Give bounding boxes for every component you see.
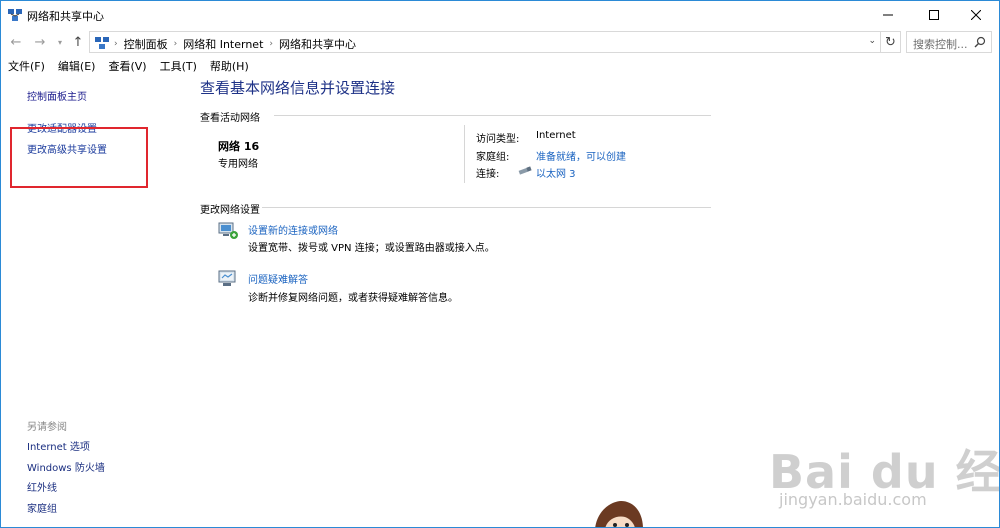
chevron-down-icon[interactable]: ⌄ xyxy=(868,36,876,46)
search-icon xyxy=(974,36,986,48)
refresh-button[interactable]: ↻ xyxy=(881,31,901,53)
breadcrumb-network-internet[interactable]: 网络和 Internet xyxy=(183,36,263,52)
menu-help[interactable]: 帮助(H) xyxy=(203,56,255,74)
see-also-homegroup[interactable]: 家庭组 xyxy=(27,500,57,515)
see-also-internet-options[interactable]: Internet 选项 xyxy=(27,438,90,453)
troubleshoot-link[interactable]: 问题疑难解答 xyxy=(248,271,308,286)
address-row: ← → ▾ ↑ › 控制面板 › 网络和 Internet › 网络和共享中心 … xyxy=(1,31,999,53)
sidebar-control-panel-home[interactable]: 控制面板主页 xyxy=(27,88,87,103)
watermark-url: jingyan.baidu.com xyxy=(779,490,927,509)
network-name: 网络 16 xyxy=(218,140,260,153)
breadcrumb-network-center[interactable]: 网络和共享中心 xyxy=(279,36,356,52)
sidebar: 控制面板主页 更改适配器设置 更改高级共享设置 另请参阅 Internet 选项… xyxy=(1,75,186,527)
see-also-infrared[interactable]: 红外线 xyxy=(27,479,57,494)
active-networks-heading: 查看活动网络 xyxy=(200,113,260,124)
close-icon xyxy=(971,10,981,20)
minimize-button[interactable] xyxy=(865,1,911,29)
setup-new-connection-link[interactable]: 设置新的连接或网络 xyxy=(248,222,338,237)
search-placeholder: 搜索控制... xyxy=(913,38,968,51)
arrow-up-icon: ↑ xyxy=(72,34,84,50)
arrow-right-icon: → xyxy=(34,34,46,50)
baidu-watermark: Bai du 经验 jingyan.baidu.com xyxy=(761,416,999,527)
recent-locations-button[interactable]: ▾ xyxy=(51,33,69,51)
section-divider xyxy=(274,115,711,116)
breadcrumb: › 控制面板 › 网络和 Internet › 网络和共享中心 xyxy=(114,36,356,52)
homegroup-link[interactable]: 准备就绪，可以创建 xyxy=(536,148,626,163)
title-bar: 网络和共享中心 xyxy=(1,1,999,29)
arrow-left-icon: ← xyxy=(10,34,22,50)
highlight-annotation-box xyxy=(10,127,148,188)
network-location-icon xyxy=(95,37,109,49)
ethernet-icon xyxy=(518,166,532,175)
vertical-divider xyxy=(464,125,465,183)
menu-bar: 文件(F) 编辑(E) 查看(V) 工具(T) 帮助(H) xyxy=(1,56,255,74)
breadcrumb-separator-icon[interactable]: › xyxy=(174,39,178,49)
troubleshoot-icon xyxy=(218,270,236,286)
cartoon-character-image xyxy=(595,501,643,527)
address-bar[interactable]: › 控制面板 › 网络和 Internet › 网络和共享中心 ⌄ xyxy=(89,31,881,53)
menu-view[interactable]: 查看(V) xyxy=(101,56,152,74)
section-divider xyxy=(262,207,711,208)
maximize-icon xyxy=(929,10,939,20)
change-network-settings-heading: 更改网络设置 xyxy=(200,205,260,216)
setup-new-connection-desc: 设置宽带、拨号或 VPN 连接；或设置路由器或接入点。 xyxy=(248,243,495,254)
chevron-down-icon: ▾ xyxy=(57,37,62,47)
network-center-icon xyxy=(8,9,22,21)
access-type-value: Internet xyxy=(536,130,576,141)
network-sharing-center-window: 网络和共享中心 ← → ▾ ↑ › 控制面板 › 网络和 Internet › … xyxy=(0,0,1000,528)
homegroup-label: 家庭组: xyxy=(476,152,510,163)
breadcrumb-separator-icon[interactable]: › xyxy=(269,39,273,49)
ethernet-connection-link[interactable]: 以太网 3 xyxy=(536,165,576,180)
window-title: 网络和共享中心 xyxy=(27,10,104,23)
up-button[interactable]: ↑ xyxy=(69,33,87,51)
new-connection-icon xyxy=(218,222,238,239)
back-button[interactable]: ← xyxy=(7,33,25,51)
breadcrumb-separator-icon[interactable]: › xyxy=(114,39,118,49)
page-title: 查看基本网络信息并设置连接 xyxy=(200,79,396,97)
maximize-button[interactable] xyxy=(911,1,957,29)
see-also-windows-firewall[interactable]: Windows 防火墙 xyxy=(27,459,105,474)
see-also-heading: 另请参阅 xyxy=(27,422,67,433)
access-type-label: 访问类型: xyxy=(476,134,520,145)
menu-edit[interactable]: 编辑(E) xyxy=(51,56,102,74)
forward-button[interactable]: → xyxy=(31,33,49,51)
refresh-icon: ↻ xyxy=(885,34,896,50)
close-button[interactable] xyxy=(953,1,999,29)
troubleshoot-desc: 诊断并修复网络问题，或者获得疑难解答信息。 xyxy=(248,293,458,304)
minimize-icon xyxy=(883,14,893,16)
connection-label: 连接: xyxy=(476,169,500,180)
search-input[interactable]: 搜索控制... xyxy=(906,31,992,53)
menu-tools[interactable]: 工具(T) xyxy=(153,56,203,74)
breadcrumb-control-panel[interactable]: 控制面板 xyxy=(124,36,168,52)
menu-file[interactable]: 文件(F) xyxy=(1,56,51,74)
network-type: 专用网络 xyxy=(218,159,258,170)
